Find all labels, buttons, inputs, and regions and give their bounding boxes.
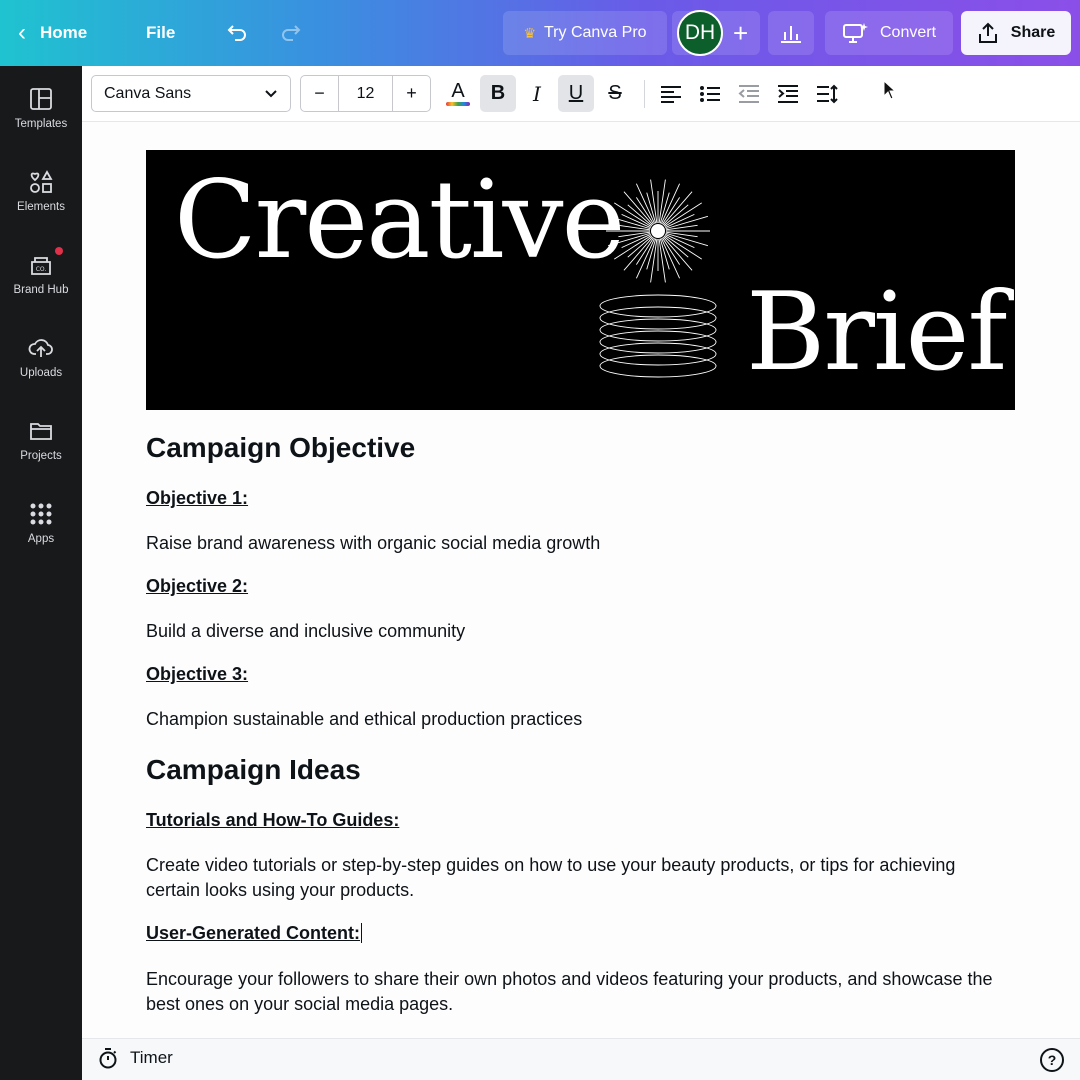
share-button[interactable]: Share [961, 11, 1071, 55]
underline-icon: U [568, 82, 584, 104]
document-canvas: Creative Brief Campaign Objective Object… [82, 122, 1080, 1038]
sidebar-item-projects[interactable]: Projects [0, 418, 82, 488]
redo-icon[interactable] [276, 11, 306, 55]
file-menu-button[interactable]: File [146, 11, 175, 55]
convert-button[interactable]: Convert [825, 11, 953, 55]
share-icon [978, 22, 997, 43]
text-color-button[interactable]: A [440, 75, 476, 112]
undo-icon[interactable] [222, 11, 252, 55]
italic-button[interactable]: I [519, 75, 555, 112]
outdent-icon [738, 84, 759, 103]
sidebar-item-apps[interactable]: Apps [0, 501, 82, 571]
notification-dot [55, 247, 63, 255]
bullet-list-button[interactable] [692, 75, 728, 112]
text-color-icon: A [451, 80, 465, 102]
sidebar-item-label: Projects [20, 450, 62, 462]
objective-title[interactable]: Objective 1: [146, 488, 248, 509]
hero-title-word2: Brief [746, 270, 1007, 395]
try-pro-label: Try Canva Pro [544, 24, 647, 41]
indent-icon [778, 84, 798, 103]
line-spacing-button[interactable] [809, 75, 845, 112]
starburst-graphic [606, 179, 710, 283]
hero-title-word1: Creative [174, 158, 625, 283]
try-canva-pro-button[interactable]: ♛ Try Canva Pro [503, 11, 667, 55]
outdent-button[interactable] [731, 75, 767, 112]
home-button[interactable]: ‹ Home [18, 11, 108, 55]
sidebar: Templates Elements CO. Brand Hub Uploads… [0, 66, 82, 1080]
sidebar-item-templates[interactable]: Templates [0, 86, 82, 156]
templates-icon [30, 88, 52, 110]
font-family-dropdown[interactable]: Canva Sans [91, 75, 291, 112]
brand-hub-icon: CO. [31, 257, 51, 275]
add-collaborator-icon[interactable]: + [733, 18, 748, 49]
objective-title[interactable]: Objective 3: [146, 664, 248, 685]
bold-icon: B [490, 82, 506, 104]
mouse-pointer-icon [883, 80, 897, 100]
hero-banner[interactable]: Creative Brief [146, 150, 1015, 410]
font-size-stepper: − 12 + [300, 75, 431, 112]
font-size-input[interactable]: 12 [338, 76, 393, 111]
timer-label: Timer [130, 1048, 173, 1067]
text-caret [361, 923, 363, 943]
chevron-down-icon [265, 89, 277, 97]
idea-title: User-Generated Content: [146, 923, 361, 943]
help-button[interactable]: ? [1040, 1048, 1064, 1072]
format-toolbar: Canva Sans − 12 + A B I U S [82, 66, 1080, 122]
objective-text[interactable]: Champion sustainable and ethical product… [146, 707, 1006, 732]
elements-icon [30, 170, 53, 193]
collaborators-group: DH + [672, 10, 760, 56]
idea-title[interactable]: Tutorials and How-To Guides: [146, 810, 399, 831]
sidebar-item-uploads[interactable]: Uploads [0, 335, 82, 405]
chevron-left-icon: ‹ [18, 19, 26, 46]
crown-icon: ♛ [523, 24, 536, 41]
uploads-icon [28, 339, 53, 357]
sidebar-item-label: Apps [27, 533, 55, 545]
section-heading[interactable]: Campaign Objective [146, 432, 415, 464]
indent-button[interactable] [770, 75, 806, 112]
bullet-list-icon [700, 85, 720, 102]
convert-label: Convert [879, 24, 937, 41]
decrease-size-button[interactable]: − [301, 76, 338, 111]
apps-icon [30, 503, 52, 525]
sidebar-item-brand-hub[interactable]: CO. Brand Hub [0, 247, 82, 322]
section-heading[interactable]: Campaign Ideas [146, 754, 361, 786]
font-family-value: Canva Sans [104, 84, 192, 102]
objective-text[interactable]: Build a diverse and inclusive community [146, 619, 1006, 644]
toolbar-divider [644, 80, 645, 108]
line-spacing-icon [817, 84, 838, 103]
idea-text[interactable]: Encourage your followers to share their … [146, 967, 1006, 1017]
sidebar-item-label: Brand Hub [13, 284, 69, 296]
bottom-bar: Timer ? [82, 1038, 1080, 1080]
idea-text[interactable]: Create video tutorials or step-by-step g… [146, 853, 1006, 903]
align-left-button[interactable] [653, 75, 689, 112]
idea-title-with-caret[interactable]: User-Generated Content: [146, 923, 363, 944]
stacked-rings-graphic [599, 294, 717, 378]
objective-text[interactable]: Raise brand awareness with organic socia… [146, 531, 1006, 556]
presentation-sparkle-icon [842, 23, 868, 43]
folder-icon [30, 423, 52, 440]
italic-icon: I [533, 81, 541, 106]
increase-size-button[interactable]: + [393, 76, 430, 111]
avatar[interactable]: DH [677, 10, 723, 56]
sidebar-item-label: Uploads [19, 367, 63, 379]
stopwatch-icon [99, 1048, 117, 1069]
underline-button[interactable]: U [558, 75, 594, 112]
timer-button[interactable]: Timer [98, 1047, 173, 1069]
strikethrough-icon: S [608, 82, 622, 104]
share-label: Share [1010, 24, 1056, 41]
bold-button[interactable]: B [480, 75, 516, 112]
align-left-icon [661, 85, 681, 103]
sidebar-item-elements[interactable]: Elements [0, 169, 82, 239]
home-label: Home [40, 23, 88, 42]
color-swatch-bar [446, 102, 470, 106]
insights-button[interactable] [768, 11, 814, 55]
top-bar: ‹ Home File ♛ Try Canva Pro DH + Convert… [0, 0, 1080, 66]
objective-title[interactable]: Objective 2: [146, 576, 248, 597]
strikethrough-button[interactable]: S [597, 75, 633, 112]
svg-text:CO.: CO. [36, 266, 47, 273]
bar-chart-icon [781, 26, 801, 43]
sidebar-item-label: Templates [14, 118, 68, 130]
sidebar-item-label: Elements [17, 201, 65, 213]
